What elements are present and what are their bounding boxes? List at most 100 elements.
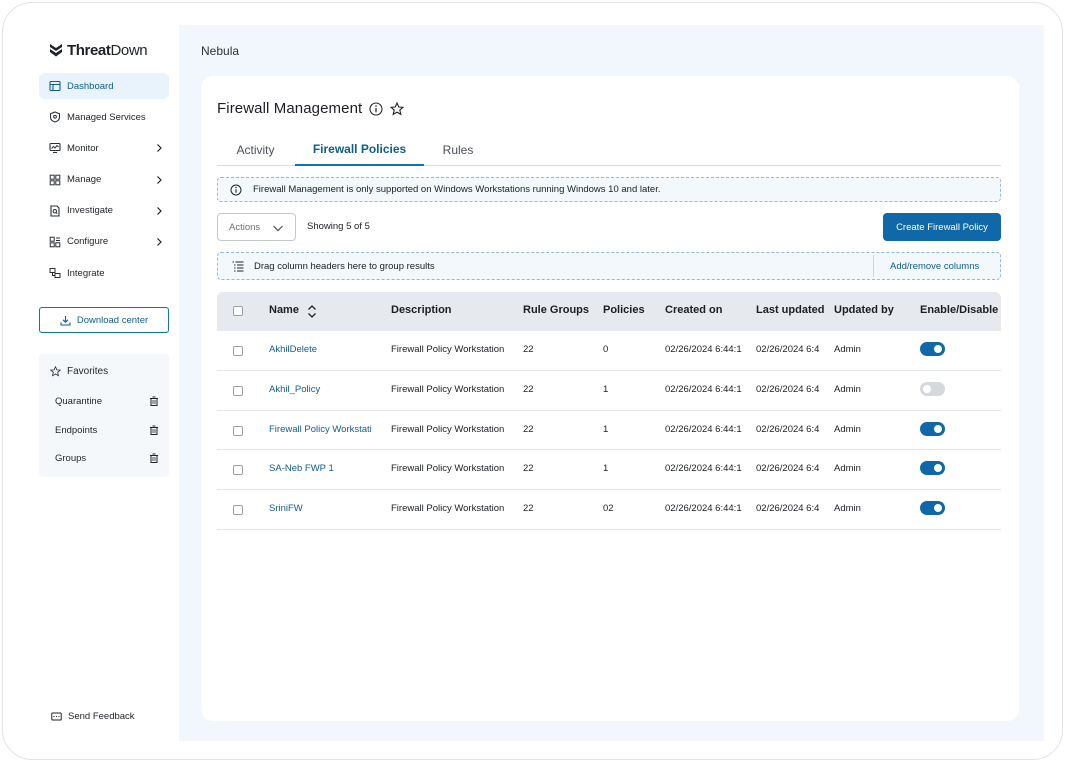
select-all-checkbox[interactable]	[233, 306, 243, 316]
policy-name-link[interactable]: Firewall Policy Workstati	[269, 424, 381, 435]
sidebar-item-integrate[interactable]: Integrate	[39, 260, 169, 286]
table-row[interactable]: Firewall Policy Workstati Firewall Polic…	[217, 411, 1001, 451]
last-updated: 02/26/2024 6:4	[756, 503, 820, 515]
threatdown-logo-icon	[50, 44, 62, 57]
shield-icon	[49, 111, 61, 123]
sidebar-item-label: Monitor	[67, 142, 99, 154]
table-header: Name Description Rule Groups Policies Cr…	[217, 292, 1001, 331]
created-on: 02/26/2024 6:44:1	[665, 344, 742, 355]
row-checkbox[interactable]	[233, 346, 243, 356]
policy-description: Firewall Policy Workstation	[391, 383, 505, 395]
breadcrumb[interactable]: Nebula	[201, 44, 239, 58]
monitor-icon	[49, 142, 61, 154]
row-checkbox[interactable]	[233, 465, 243, 476]
column-header-description[interactable]: Description	[391, 304, 452, 316]
enable-toggle[interactable]	[920, 381, 945, 396]
policy-name-link[interactable]: Akhil_Policy	[269, 384, 381, 395]
chevron-right-icon	[157, 175, 162, 184]
favorite-item-groups[interactable]: Groups	[55, 450, 159, 466]
table-row[interactable]: SA-Neb FWP 1 Firewall Policy Workstation…	[217, 450, 1001, 491]
threatdown-logo[interactable]: ThreatDown	[49, 42, 148, 59]
star-icon	[50, 366, 61, 377]
info-icon[interactable]	[369, 101, 383, 116]
actions-dropdown[interactable]: Actions	[217, 213, 296, 241]
group-hint-text: Drag column headers here to group result…	[254, 261, 435, 272]
created-on: 02/26/2024 6:44:1	[665, 383, 742, 395]
last-updated: 02/26/2024 6:4	[756, 383, 820, 395]
column-header-enable-disable[interactable]: Enable/Disable	[920, 304, 1001, 316]
policies-count: 0	[603, 344, 609, 355]
group-by-bar[interactable]: Drag column headers here to group result…	[217, 252, 1001, 280]
download-center-label: Download center	[76, 314, 149, 326]
integrate-icon	[49, 267, 61, 279]
column-header-last-updated[interactable]: Last updated	[756, 304, 824, 316]
tab-activity[interactable]: Activity	[217, 134, 294, 166]
feedback-icon	[51, 712, 62, 721]
app: ThreatDown Dashboard Managed Services Mo…	[27, 25, 1044, 741]
logo-text: ThreatDown	[67, 42, 148, 59]
enable-toggle[interactable]	[920, 461, 945, 476]
created-on: 02/26/2024 6:44:1	[665, 423, 742, 435]
send-feedback-button[interactable]: Send Feedback	[51, 711, 135, 722]
updated-by: Admin	[834, 503, 861, 515]
list-icon	[232, 261, 244, 272]
favorites-header: Favorites	[50, 366, 108, 377]
row-checkbox[interactable]	[233, 385, 243, 396]
banner-text: Firewall Management is only supported on…	[253, 184, 661, 195]
enable-toggle[interactable]	[920, 501, 945, 516]
sidebar-nav: Dashboard Managed Services Monitor Manag…	[39, 73, 169, 291]
star-icon[interactable]	[390, 101, 405, 116]
favorites-panel: Favorites Quarantine Endpoints Groups	[39, 354, 169, 477]
add-remove-columns-link[interactable]: Add/remove columns	[890, 261, 979, 272]
created-on: 02/26/2024 6:44:1	[665, 463, 742, 475]
policy-description: Firewall Policy Workstation	[391, 463, 505, 475]
column-header-policies[interactable]: Policies	[603, 304, 645, 316]
create-firewall-policy-button[interactable]: Create Firewall Policy	[883, 213, 1001, 241]
trash-icon[interactable]	[149, 396, 159, 406]
divider	[873, 255, 874, 277]
column-header-rule-groups[interactable]: Rule Groups	[523, 304, 589, 316]
policy-name-link[interactable]: SA-Neb FWP 1	[269, 463, 381, 474]
favorites-title: Favorites	[67, 366, 109, 377]
sidebar-item-managed-services[interactable]: Managed Services	[39, 104, 169, 130]
column-header-created-on[interactable]: Created on	[665, 304, 722, 316]
sidebar-item-monitor[interactable]: Monitor	[39, 135, 169, 161]
table-row[interactable]: AkhilDelete Firewall Policy Workstation …	[217, 331, 1001, 371]
showing-count: Showing 5 of 5	[307, 221, 370, 232]
configure-icon	[49, 236, 61, 248]
grid-icon	[49, 174, 61, 186]
row-checkbox[interactable]	[233, 505, 243, 516]
sidebar-item-label: Manage	[67, 174, 102, 186]
sidebar-item-investigate[interactable]: Investigate	[39, 198, 169, 224]
title-row: Firewall Management	[217, 100, 405, 117]
sidebar-item-manage[interactable]: Manage	[39, 167, 169, 193]
column-header-name[interactable]: Name	[269, 304, 299, 316]
policy-name-link[interactable]: SriniFW	[269, 503, 381, 514]
tab-rules[interactable]: Rules	[425, 134, 491, 166]
updated-by: Admin	[834, 423, 861, 435]
actions-placeholder: Actions	[229, 221, 261, 233]
sidebar-item-dashboard[interactable]: Dashboard	[39, 73, 169, 99]
enable-toggle[interactable]	[920, 421, 945, 436]
last-updated: 02/26/2024 6:4	[756, 423, 820, 435]
tab-firewall-policies[interactable]: Firewall Policies	[295, 134, 424, 166]
policy-name-link[interactable]: AkhilDelete	[269, 344, 381, 355]
favorite-item-quarantine[interactable]: Quarantine	[55, 393, 159, 409]
chevron-down-icon	[273, 225, 283, 232]
sidebar-item-label: Integrate	[67, 267, 105, 279]
trash-icon[interactable]	[149, 453, 159, 463]
document-search-icon	[49, 205, 61, 217]
sidebar-item-label: Configure	[67, 236, 109, 248]
trash-icon[interactable]	[149, 425, 159, 435]
column-header-updated-by[interactable]: Updated by	[834, 304, 894, 316]
sidebar-item-label: Investigate	[67, 205, 113, 217]
table-row[interactable]: Akhil_Policy Firewall Policy Workstation…	[217, 371, 1001, 411]
sort-icon[interactable]	[307, 304, 317, 319]
table-row[interactable]: SriniFW Firewall Policy Workstation 22 0…	[217, 490, 1001, 530]
row-checkbox[interactable]	[233, 425, 243, 436]
download-center-button[interactable]: Download center	[39, 307, 169, 333]
favorite-item-endpoints[interactable]: Endpoints	[55, 422, 159, 438]
sidebar-item-configure[interactable]: Configure	[39, 229, 169, 255]
enable-toggle[interactable]	[920, 342, 945, 356]
policy-description: Firewall Policy Workstation	[391, 344, 505, 355]
